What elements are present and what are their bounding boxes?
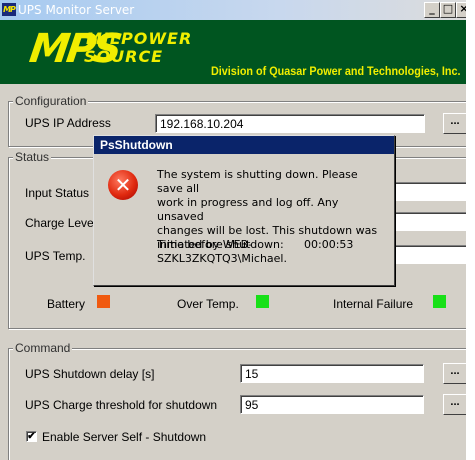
- command-legend: Command: [13, 341, 73, 355]
- shutdown-delay-button[interactable]: ...: [443, 363, 466, 384]
- time-before-shutdown-value: 00:00:53: [304, 238, 354, 251]
- shutdown-dialog: PsShutdown ✕ The system is shutting down…: [93, 135, 395, 286]
- dialog-message-line: The system is shutting down. Please save…: [157, 168, 358, 195]
- close-button[interactable]: ×: [456, 2, 466, 18]
- input-status-label: Input Status: [25, 186, 90, 200]
- error-icon: ✕: [108, 170, 138, 200]
- dialog-message-line: changes will be lost. This shutdown was: [157, 224, 378, 237]
- dialog-message-line: work in progress and log off. Any unsave…: [157, 196, 339, 223]
- app-icon: MP: [2, 3, 16, 16]
- ups-ip-field[interactable]: 192.168.10.204: [155, 114, 425, 133]
- logo-text-milpower: MILPOWER: [86, 29, 193, 48]
- charge-threshold-button[interactable]: ...: [443, 394, 466, 415]
- battery-label: Battery: [47, 297, 86, 311]
- title-bar[interactable]: MP UPS Monitor Server _ □ ×: [0, 0, 466, 20]
- window-title: UPS Monitor Server: [18, 3, 135, 17]
- charge-threshold-field[interactable]: 95: [240, 395, 424, 414]
- input-status-field: [390, 182, 466, 201]
- internal-failure-label: Internal Failure: [333, 297, 414, 311]
- internal-failure-indicator: [433, 295, 446, 308]
- self-shutdown-checkbox[interactable]: ✔: [26, 431, 37, 442]
- brand-banner: MPS MILPOWER SOURCE Division of Quasar P…: [0, 20, 466, 84]
- shutdown-delay-label: UPS Shutdown delay [s]: [25, 367, 155, 381]
- over-temp-indicator: [256, 295, 269, 308]
- minimize-button[interactable]: _: [424, 2, 440, 18]
- dialog-title-bar[interactable]: PsShutdown: [94, 136, 394, 154]
- shutdown-delay-field[interactable]: 15: [240, 364, 424, 383]
- charge-level-field: [390, 212, 466, 231]
- charge-threshold-label: UPS Charge threshold for shutdown: [25, 398, 218, 412]
- ups-temp-field: [390, 245, 466, 264]
- maximize-button[interactable]: □: [440, 2, 456, 18]
- company-logo: MPS: [26, 26, 123, 72]
- battery-indicator: [97, 295, 110, 308]
- dialog-message: The system is shutting down. Please save…: [157, 168, 382, 266]
- division-tagline: Division of Quasar Power and Technologie…: [211, 64, 461, 78]
- time-before-shutdown-label: Time before shutdown:: [157, 238, 284, 251]
- self-shutdown-label[interactable]: Enable Server Self - Shutdown: [42, 430, 206, 444]
- status-legend: Status: [13, 150, 52, 164]
- configuration-legend: Configuration: [13, 94, 89, 108]
- dialog-title: PsShutdown: [100, 138, 173, 152]
- ups-ip-label: UPS IP Address: [25, 116, 111, 130]
- logo-text-source: SOURCE: [84, 47, 164, 66]
- ups-temp-label: UPS Temp.: [25, 249, 86, 263]
- over-temp-label: Over Temp.: [177, 297, 239, 311]
- charge-level-label: Charge Leve: [25, 216, 94, 230]
- ip-browse-button[interactable]: ...: [443, 113, 466, 134]
